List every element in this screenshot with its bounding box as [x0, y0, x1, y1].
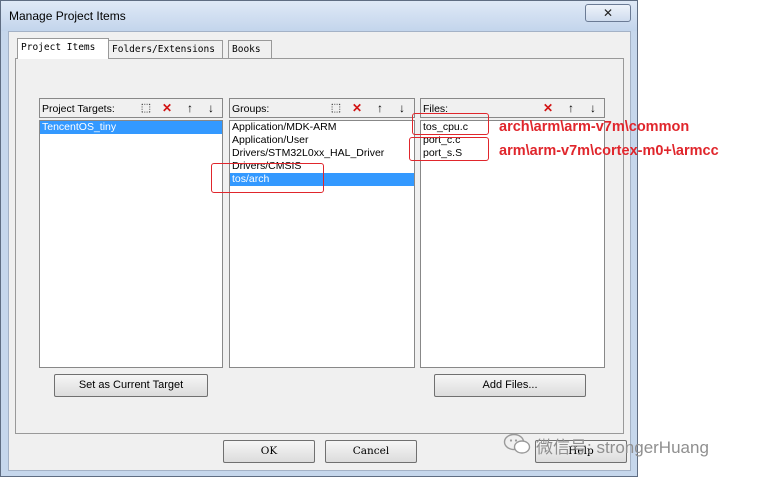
dialog-body: Project Items Folders/Extensions Books P… — [8, 31, 631, 471]
tab-folders-extensions[interactable]: Folders/Extensions — [108, 40, 223, 58]
move-down-icon[interactable]: ↓ — [394, 101, 410, 116]
groups-list-item[interactable]: Drivers/STM32L0xx_HAL_Driver — [230, 147, 414, 160]
add-files-button[interactable]: Add Files... — [434, 374, 586, 397]
move-up-icon[interactable]: ↑ — [182, 101, 198, 116]
move-up-icon[interactable]: ↑ — [372, 101, 388, 116]
groups-header: Groups: ⬚ ✕ ↑ ↓ — [229, 98, 415, 118]
groups-list[interactable]: Application/MDK-ARM Application/User Drive… — [229, 120, 415, 368]
set-current-target-button[interactable]: Set as Current Target — [54, 374, 208, 397]
dialog-window: Manage Project Items ✕ Project Items Fol… — [0, 0, 638, 477]
annotation-common-path: arch\arm\arm-v7m\common — [499, 119, 690, 135]
window-title: Manage Project Items — [9, 9, 126, 23]
groups-list-item[interactable]: Application/User — [230, 134, 414, 147]
move-down-icon[interactable]: ↓ — [585, 101, 601, 116]
title-bar: Manage Project Items ✕ — [1, 1, 637, 31]
highlight-tos-arch — [211, 163, 324, 193]
targets-header: Project Targets: ⬚ ✕ ↑ ↓ — [39, 98, 223, 118]
new-item-icon[interactable]: ⬚ — [328, 101, 344, 116]
project-items-panel: Project Targets: ⬚ ✕ ↑ ↓ TencentOS_tiny … — [15, 58, 624, 434]
cancel-button[interactable]: Cancel — [325, 440, 417, 463]
groups-list-item[interactable]: Application/MDK-ARM — [230, 121, 414, 134]
targets-list-item[interactable]: TencentOS_tiny — [40, 121, 222, 134]
tab-books[interactable]: Books — [228, 40, 272, 58]
groups-panel: Groups: ⬚ ✕ ↑ ↓ Application/MDK-ARM Appli… — [229, 98, 415, 368]
delete-icon[interactable]: ✕ — [349, 101, 365, 116]
targets-list[interactable]: TencentOS_tiny — [39, 120, 223, 368]
highlight-port-files — [409, 137, 489, 161]
targets-panel: Project Targets: ⬚ ✕ ↑ ↓ TencentOS_tiny — [39, 98, 223, 368]
wechat-icon — [503, 433, 531, 454]
annotation-armcc-path: arm\arm-v7m\cortex-m0+\armcc — [499, 143, 719, 159]
targets-label: Project Targets: — [42, 103, 115, 115]
groups-label: Groups: — [232, 103, 270, 115]
watermark-text: 微信号: strongerHuang — [536, 438, 709, 457]
move-up-icon[interactable]: ↑ — [563, 101, 579, 116]
tab-project-items[interactable]: Project Items — [17, 38, 109, 59]
new-item-icon[interactable]: ⬚ — [138, 101, 154, 116]
highlight-tos-cpu — [412, 113, 489, 135]
close-button[interactable]: ✕ — [585, 4, 631, 22]
ok-button[interactable]: OK — [223, 440, 315, 463]
move-down-icon[interactable]: ↓ — [203, 101, 219, 116]
delete-icon[interactable]: ✕ — [159, 101, 175, 116]
delete-icon[interactable]: ✕ — [540, 101, 556, 116]
